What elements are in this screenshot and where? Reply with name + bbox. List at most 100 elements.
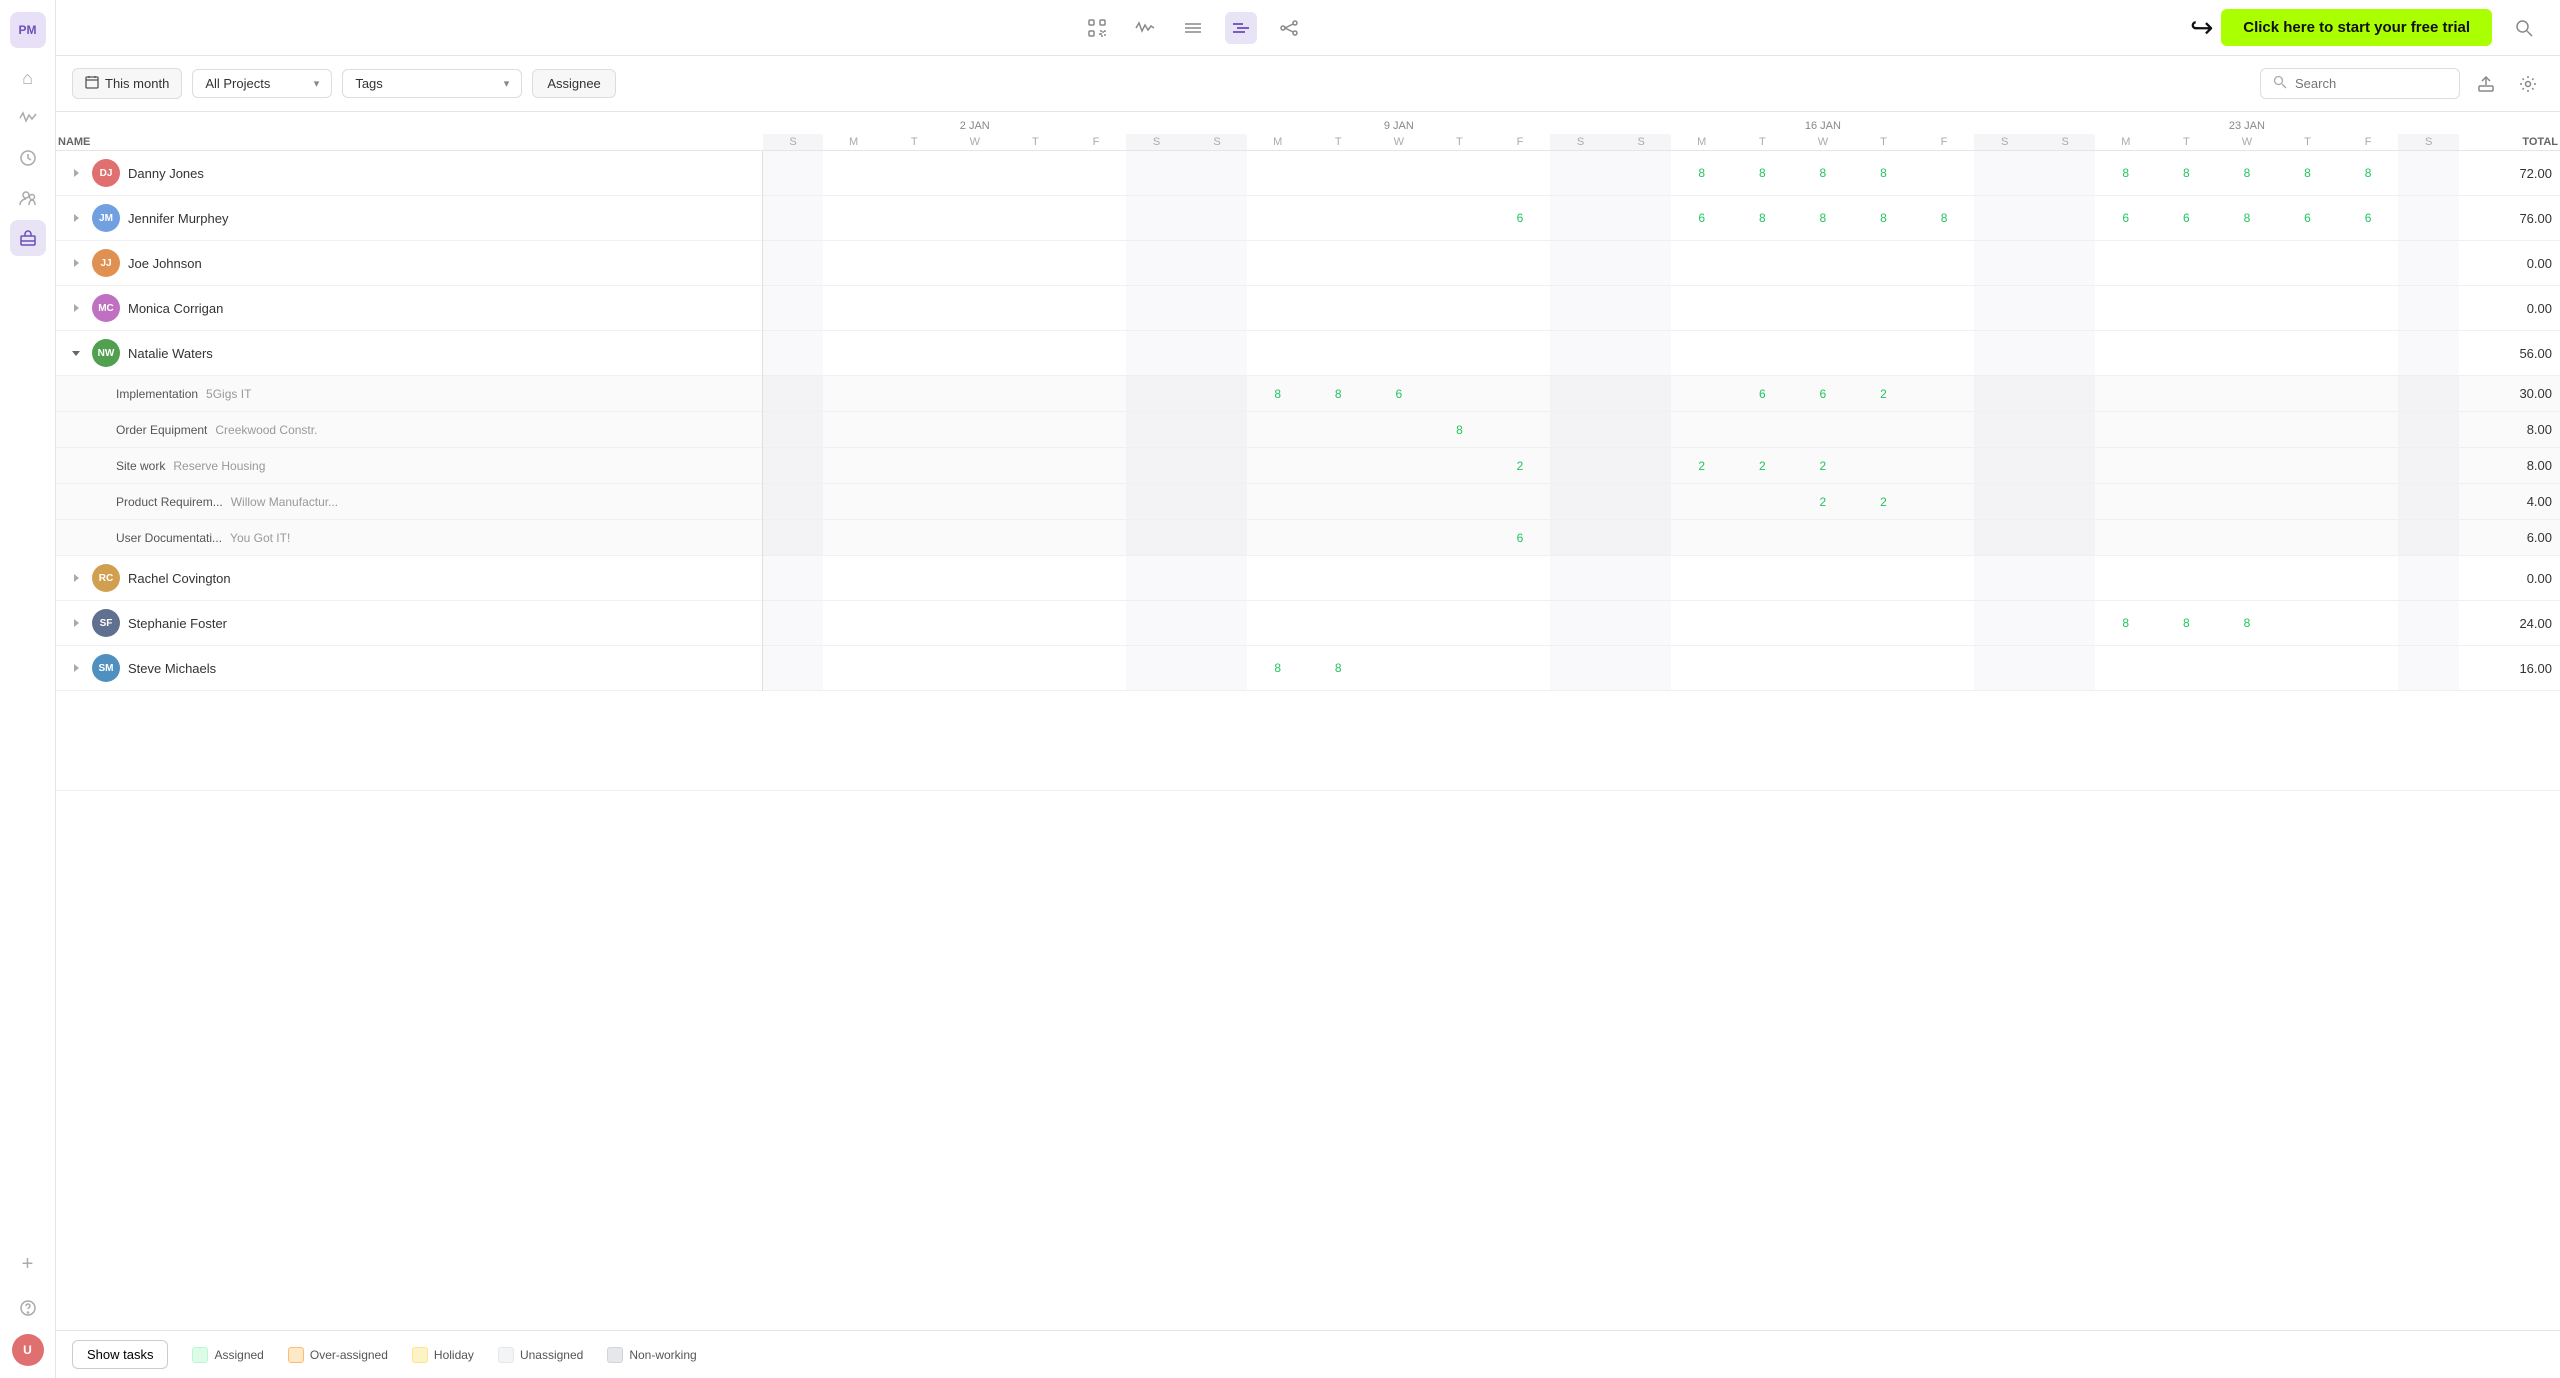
cell-jennifer-day26[interactable]: 6 — [2338, 196, 2399, 241]
cell-rachel-day27[interactable] — [2398, 556, 2459, 601]
subtask-cell-natalie-3-day14[interactable] — [1611, 484, 1672, 520]
cell-danny-day18[interactable]: 8 — [1853, 151, 1914, 196]
cell-stephanie-day20[interactable] — [1974, 601, 2035, 646]
cell-monica-day20[interactable] — [1974, 286, 2035, 331]
this-month-button[interactable]: This month — [72, 68, 182, 99]
subtask-cell-natalie-0-day2[interactable] — [884, 376, 945, 412]
cell-stephanie-day22[interactable]: 8 — [2095, 601, 2156, 646]
cell-steve-day26[interactable] — [2338, 646, 2399, 691]
user-name-cell-monica[interactable]: MCMonica Corrigan — [56, 286, 763, 331]
cell-danny-day14[interactable] — [1611, 151, 1672, 196]
sidebar-item-briefcase[interactable] — [10, 220, 46, 256]
subtask-cell-natalie-0-day24[interactable] — [2217, 376, 2278, 412]
subtask-cell-natalie-4-day18[interactable] — [1853, 520, 1914, 556]
cell-stephanie-day16[interactable] — [1732, 601, 1793, 646]
subtask-cell-natalie-0-day23[interactable] — [2156, 376, 2217, 412]
cell-steve-day7[interactable] — [1187, 646, 1248, 691]
cell-joe-day1[interactable] — [823, 241, 884, 286]
cell-danny-day21[interactable] — [2035, 151, 2096, 196]
cell-danny-day10[interactable] — [1369, 151, 1430, 196]
subtask-cell-natalie-2-day3[interactable] — [945, 448, 1006, 484]
cell-natalie-day20[interactable] — [1974, 331, 2035, 376]
cell-joe-day17[interactable] — [1793, 241, 1854, 286]
cell-monica-day22[interactable] — [2095, 286, 2156, 331]
cell-steve-day20[interactable] — [1974, 646, 2035, 691]
subtask-cell-natalie-4-day26[interactable] — [2338, 520, 2399, 556]
cell-rachel-day21[interactable] — [2035, 556, 2096, 601]
cell-natalie-day15[interactable] — [1671, 331, 1732, 376]
cell-natalie-day10[interactable] — [1369, 331, 1430, 376]
cell-natalie-day6[interactable] — [1126, 331, 1187, 376]
subtask-cell-natalie-0-day25[interactable] — [2277, 376, 2338, 412]
cell-jennifer-day12[interactable]: 6 — [1490, 196, 1551, 241]
cell-steve-day25[interactable] — [2277, 646, 2338, 691]
subtask-cell-natalie-3-day7[interactable] — [1187, 484, 1248, 520]
subtask-cell-natalie-2-day6[interactable] — [1126, 448, 1187, 484]
subtask-cell-natalie-3-day17[interactable]: 2 — [1793, 484, 1854, 520]
cell-joe-day21[interactable] — [2035, 241, 2096, 286]
subtask-cell-natalie-1-day6[interactable] — [1126, 412, 1187, 448]
subtask-cell-natalie-0-day6[interactable] — [1126, 376, 1187, 412]
cell-rachel-day24[interactable] — [2217, 556, 2278, 601]
cell-natalie-day18[interactable] — [1853, 331, 1914, 376]
subtask-cell-natalie-1-day27[interactable] — [2398, 412, 2459, 448]
subtask-cell-natalie-2-day21[interactable] — [2035, 448, 2096, 484]
cell-jennifer-day22[interactable]: 6 — [2095, 196, 2156, 241]
search-input[interactable] — [2295, 76, 2447, 91]
subtask-cell-natalie-4-day5[interactable] — [1066, 520, 1127, 556]
cell-natalie-day11[interactable] — [1429, 331, 1490, 376]
cell-steve-day13[interactable] — [1550, 646, 1611, 691]
cell-joe-day9[interactable] — [1308, 241, 1369, 286]
subtask-cell-natalie-4-day15[interactable] — [1671, 520, 1732, 556]
cell-danny-day9[interactable] — [1308, 151, 1369, 196]
cell-natalie-day22[interactable] — [2095, 331, 2156, 376]
app-logo[interactable]: PM — [10, 12, 46, 48]
cell-rachel-day9[interactable] — [1308, 556, 1369, 601]
export-button[interactable] — [2470, 68, 2502, 100]
subtask-cell-natalie-3-day6[interactable] — [1126, 484, 1187, 520]
subtask-cell-natalie-4-day24[interactable] — [2217, 520, 2278, 556]
cell-danny-day24[interactable]: 8 — [2217, 151, 2278, 196]
cell-jennifer-day6[interactable] — [1126, 196, 1187, 241]
cell-stephanie-day2[interactable] — [884, 601, 945, 646]
cell-danny-day23[interactable]: 8 — [2156, 151, 2217, 196]
subtask-cell-natalie-4-day22[interactable] — [2095, 520, 2156, 556]
user-name-cell-natalie[interactable]: NWNatalie Waters — [56, 331, 763, 376]
subtask-cell-natalie-1-day0[interactable] — [763, 412, 824, 448]
cell-stephanie-day1[interactable] — [823, 601, 884, 646]
subtask-cell-natalie-3-day12[interactable] — [1490, 484, 1551, 520]
subtask-cell-natalie-4-day0[interactable] — [763, 520, 824, 556]
cell-joe-day11[interactable] — [1429, 241, 1490, 286]
subtask-cell-natalie-3-day21[interactable] — [2035, 484, 2096, 520]
subtask-cell-natalie-1-day24[interactable] — [2217, 412, 2278, 448]
cell-monica-day11[interactable] — [1429, 286, 1490, 331]
projects-dropdown[interactable]: All Projects ▾ — [192, 69, 332, 98]
subtask-cell-natalie-2-day11[interactable] — [1429, 448, 1490, 484]
cell-monica-day19[interactable] — [1914, 286, 1975, 331]
topnav-gantt-icon[interactable] — [1225, 12, 1257, 44]
cell-rachel-day25[interactable] — [2277, 556, 2338, 601]
subtask-cell-natalie-2-day27[interactable] — [2398, 448, 2459, 484]
subtask-cell-natalie-1-day8[interactable] — [1247, 412, 1308, 448]
cell-rachel-day15[interactable] — [1671, 556, 1732, 601]
subtask-cell-natalie-3-day0[interactable] — [763, 484, 824, 520]
cell-steve-day22[interactable] — [2095, 646, 2156, 691]
subtask-cell-natalie-0-day9[interactable]: 8 — [1308, 376, 1369, 412]
cell-jennifer-day20[interactable] — [1974, 196, 2035, 241]
subtask-cell-natalie-1-day5[interactable] — [1066, 412, 1127, 448]
subtask-cell-natalie-4-day10[interactable] — [1369, 520, 1430, 556]
subtask-cell-natalie-1-day9[interactable] — [1308, 412, 1369, 448]
subtask-cell-natalie-1-day26[interactable] — [2338, 412, 2399, 448]
cell-joe-day6[interactable] — [1126, 241, 1187, 286]
subtask-cell-natalie-0-day14[interactable] — [1611, 376, 1672, 412]
subtask-cell-natalie-0-day10[interactable]: 6 — [1369, 376, 1430, 412]
cell-stephanie-day5[interactable] — [1066, 601, 1127, 646]
cell-natalie-day8[interactable] — [1247, 331, 1308, 376]
user-name-cell-stephanie[interactable]: SFStephanie Foster — [56, 601, 763, 646]
subtask-cell-natalie-3-day2[interactable] — [884, 484, 945, 520]
chevron-danny[interactable] — [68, 165, 84, 181]
cell-rachel-day7[interactable] — [1187, 556, 1248, 601]
subtask-cell-natalie-2-day1[interactable] — [823, 448, 884, 484]
subtask-cell-natalie-1-day11[interactable]: 8 — [1429, 412, 1490, 448]
cell-steve-day14[interactable] — [1611, 646, 1672, 691]
